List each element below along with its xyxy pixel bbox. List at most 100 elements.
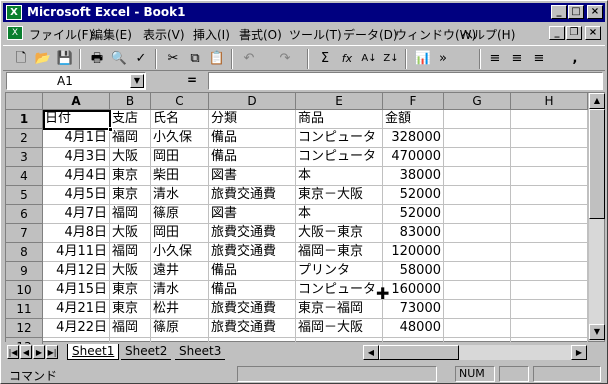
- tab-sheet3[interactable]: Sheet3: [175, 344, 226, 360]
- cell[interactable]: 商品: [296, 110, 383, 129]
- cell[interactable]: 福岡: [110, 319, 151, 338]
- cell[interactable]: 大阪－東京: [296, 224, 383, 243]
- cell[interactable]: 58000: [383, 262, 444, 281]
- cell[interactable]: 福岡: [110, 205, 151, 224]
- cell[interactable]: プリンタ: [296, 262, 383, 281]
- cell[interactable]: [511, 243, 588, 262]
- print-preview-icon[interactable]: 🔍: [109, 49, 129, 69]
- cell[interactable]: 4月4日: [43, 167, 110, 186]
- cell[interactable]: 金額: [383, 110, 444, 129]
- cell[interactable]: 福岡: [110, 129, 151, 148]
- cell[interactable]: [444, 129, 511, 148]
- cell[interactable]: [444, 262, 511, 281]
- last-sheet-icon[interactable]: ▶|: [46, 345, 58, 359]
- scroll-down-icon[interactable]: ▼: [589, 324, 605, 340]
- cell[interactable]: 東京－大阪: [296, 186, 383, 205]
- cell[interactable]: 篠原: [151, 319, 209, 338]
- cell[interactable]: 120000: [383, 243, 444, 262]
- row-header[interactable]: 12: [6, 319, 43, 338]
- name-box[interactable]: A1 ▼: [6, 72, 146, 90]
- cell[interactable]: 160000: [383, 281, 444, 300]
- cell[interactable]: [444, 319, 511, 338]
- scroll-right-icon[interactable]: ▶: [571, 345, 587, 360]
- cell[interactable]: 備品: [209, 281, 296, 300]
- cell[interactable]: 岡田: [151, 224, 209, 243]
- cell[interactable]: 4月3日: [43, 148, 110, 167]
- worksheet-grid[interactable]: A B C D E F G H 1 日付 支店 氏名 分類 商品 金額 2 4月1日 福岡 小久保備…: [5, 92, 605, 357]
- cell[interactable]: 本: [296, 167, 383, 186]
- cell[interactable]: 4月21日: [43, 300, 110, 319]
- cell[interactable]: 東京: [110, 167, 151, 186]
- cell[interactable]: コンピュータ: [296, 281, 383, 300]
- vertical-scroll-thumb[interactable]: [589, 109, 605, 219]
- tab-sheet2[interactable]: Sheet2: [121, 344, 172, 360]
- maximize-button[interactable]: □: [568, 5, 584, 19]
- menu-insert[interactable]: 挿入(I): [193, 26, 230, 43]
- menu-tools[interactable]: ツール(T): [289, 26, 342, 43]
- cell[interactable]: 小久保: [151, 129, 209, 148]
- cell[interactable]: 日付: [43, 110, 110, 129]
- workbook-restore-button[interactable]: ❐: [566, 26, 582, 40]
- cell[interactable]: 大阪: [110, 224, 151, 243]
- row-header[interactable]: 2: [6, 129, 43, 148]
- cell[interactable]: [511, 205, 588, 224]
- workbook-minimize-button[interactable]: _: [549, 26, 565, 40]
- cell[interactable]: 福岡－東京: [296, 243, 383, 262]
- cell[interactable]: 470000: [383, 148, 444, 167]
- cell[interactable]: 本: [296, 205, 383, 224]
- cell[interactable]: [511, 300, 588, 319]
- undo-icon[interactable]: ↶: [239, 49, 259, 69]
- cell[interactable]: 73000: [383, 300, 444, 319]
- paste-icon[interactable]: 📋: [207, 49, 227, 69]
- cell[interactable]: 4月5日: [43, 186, 110, 205]
- cell[interactable]: 松井: [151, 300, 209, 319]
- row-header[interactable]: 5: [6, 186, 43, 205]
- cell[interactable]: 4月8日: [43, 224, 110, 243]
- scroll-left-icon[interactable]: ◀: [363, 345, 379, 360]
- menu-file[interactable]: ファイル(F): [29, 26, 93, 43]
- row-header[interactable]: 6: [6, 205, 43, 224]
- workbook-close-button[interactable]: ×: [585, 26, 601, 40]
- cell[interactable]: 岡田: [151, 148, 209, 167]
- sort-descending-icon[interactable]: Z↓: [381, 49, 401, 69]
- cell[interactable]: 備品: [209, 262, 296, 281]
- cell[interactable]: [444, 186, 511, 205]
- cell[interactable]: 4月22日: [43, 319, 110, 338]
- column-header-b[interactable]: B: [110, 93, 151, 110]
- cell[interactable]: コンピュータ: [296, 148, 383, 167]
- cell[interactable]: 支店: [110, 110, 151, 129]
- prev-sheet-icon[interactable]: ◀: [20, 345, 32, 359]
- row-header[interactable]: 9: [6, 262, 43, 281]
- cell[interactable]: 大阪: [110, 148, 151, 167]
- column-header-f[interactable]: F: [383, 93, 444, 110]
- cell[interactable]: [444, 167, 511, 186]
- cell[interactable]: 遠井: [151, 262, 209, 281]
- cell[interactable]: 清水: [151, 281, 209, 300]
- select-all-corner[interactable]: [6, 93, 43, 110]
- new-icon[interactable]: 🗋: [11, 49, 31, 69]
- row-header[interactable]: 4: [6, 167, 43, 186]
- next-sheet-icon[interactable]: ▶: [33, 345, 45, 359]
- copy-icon[interactable]: ⧉: [185, 49, 205, 69]
- close-button[interactable]: ×: [587, 5, 603, 19]
- cell[interactable]: 4月11日: [43, 243, 110, 262]
- cell[interactable]: [444, 243, 511, 262]
- cell[interactable]: 旅費交通費: [209, 186, 296, 205]
- row-header[interactable]: 11: [6, 300, 43, 319]
- cell[interactable]: [444, 281, 511, 300]
- align-left-icon[interactable]: ≡: [485, 49, 505, 69]
- function-icon[interactable]: fx: [337, 49, 357, 69]
- align-right-icon[interactable]: ≡: [529, 49, 549, 69]
- cell[interactable]: 東京: [110, 281, 151, 300]
- open-icon[interactable]: 📂: [33, 49, 53, 69]
- cell[interactable]: 4月7日: [43, 205, 110, 224]
- column-header-c[interactable]: C: [151, 93, 209, 110]
- cell[interactable]: [511, 281, 588, 300]
- formula-input[interactable]: [208, 72, 603, 90]
- row-header[interactable]: 10: [6, 281, 43, 300]
- cell[interactable]: 小久保: [151, 243, 209, 262]
- cell[interactable]: コンピュータ: [296, 129, 383, 148]
- menu-data[interactable]: データ(D): [343, 26, 398, 43]
- cell[interactable]: [511, 148, 588, 167]
- cell[interactable]: [444, 224, 511, 243]
